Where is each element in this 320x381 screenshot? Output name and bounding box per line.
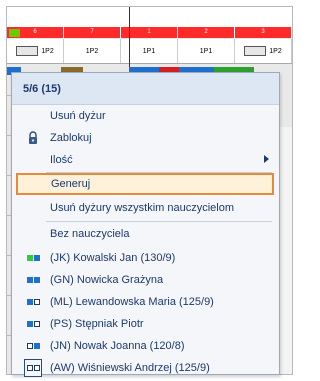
duty-status-square-icon — [27, 321, 33, 327]
selected-cell-marker — [9, 29, 20, 37]
menu-item-teacher-aw[interactable]: (AW) Wiśniewski Andrzej (125/9) — [12, 357, 279, 379]
context-menu: 5/6 (15) Usuń dyżur Zablokuj Ilość Gener… — [11, 72, 280, 377]
duty-status-square-icon — [34, 277, 40, 283]
menu-divider — [46, 221, 272, 222]
menu-item-label: (JN) Nowak Joanna (120/8) — [50, 340, 185, 352]
menu-item-label: Usuń dyżur — [50, 110, 106, 122]
menu-item-label: (JK) Kowalski Jan (130/9) — [50, 252, 176, 264]
menu-item-label: (GN) Nowicka Grażyna — [50, 274, 164, 286]
duty-status-square-icon — [27, 255, 33, 261]
menu-item-no-teacher[interactable]: Bez nauczyciela — [12, 223, 279, 245]
context-menu-title: 5/6 (15) — [12, 73, 279, 105]
menu-item-teacher-jn[interactable]: (JN) Nowak Joanna (120/8) — [12, 335, 279, 357]
menu-item-quantity[interactable]: Ilość — [12, 149, 279, 171]
duty-cell[interactable]: 1P2 — [7, 39, 64, 63]
duty-cell-label: 1P2 — [85, 47, 99, 55]
duty-box — [16, 46, 39, 56]
menu-item-label: Zablokuj — [50, 132, 92, 144]
duty-row: 1P2 1P2 1P1 1P1 1P2 — [7, 39, 292, 64]
menu-item-teacher-ps[interactable]: (PS) Stępniak Piotr — [12, 313, 279, 335]
lock-icon — [26, 131, 40, 145]
duty-cell-label: 1P2 — [41, 47, 54, 55]
lesson-number: 2 — [178, 27, 235, 38]
menu-item-label: Ilość — [50, 154, 73, 166]
lesson-number: 7 — [64, 27, 121, 38]
duty-status-square-icon — [27, 365, 33, 371]
menu-item-remove-all-duties[interactable]: Usuń dyżury wszystkim nauczycielom — [12, 197, 279, 219]
day-separator — [129, 7, 130, 69]
duty-status-square-icon — [27, 343, 33, 349]
duty-status-square-icon — [34, 299, 40, 305]
duty-cell-label: 1P1 — [199, 47, 213, 55]
submenu-arrow-icon — [264, 155, 269, 163]
menu-item-remove-duty[interactable]: Usuń dyżur — [12, 105, 279, 127]
duty-cell[interactable]: 1P2 — [235, 39, 292, 63]
menu-item-teacher-jk[interactable]: (JK) Kowalski Jan (130/9) — [12, 247, 279, 269]
duty-cell-label: 1P2 — [269, 47, 282, 55]
duty-cell[interactable]: 1P1 — [178, 39, 235, 63]
menu-item-label: Bez nauczyciela — [50, 228, 130, 240]
duty-status-square-icon — [27, 277, 33, 283]
menu-item-label: Generuj — [51, 178, 91, 190]
lesson-number: 3 — [235, 27, 292, 38]
duty-status-square-icon — [34, 343, 40, 349]
lesson-number-row: 6 7 1 2 3 — [7, 27, 292, 38]
duty-status-square-icon — [34, 321, 40, 327]
menu-item-teacher-ml[interactable]: (ML) Lewandowska Maria (125/9) — [12, 291, 279, 313]
menu-item-label: (PS) Stępniak Piotr — [50, 318, 144, 330]
menu-item-teacher-gn[interactable]: (GN) Nowicka Grażyna — [12, 269, 279, 291]
grid-top-line — [7, 7, 292, 28]
menu-item-label: Usuń dyżury wszystkim nauczycielom — [50, 202, 234, 214]
menu-item-label: (AW) Wiśniewski Andrzej (125/9) — [50, 362, 210, 374]
duty-box — [244, 46, 267, 56]
duty-cell[interactable]: 1P2 — [64, 39, 121, 63]
duty-status-square-icon — [27, 299, 33, 305]
menu-item-label: (ML) Lewandowska Maria (125/9) — [50, 296, 214, 308]
duty-cell-label: 1P1 — [142, 47, 156, 55]
menu-item-generate[interactable]: Generuj — [16, 173, 274, 195]
menu-item-lock[interactable]: Zablokuj — [12, 127, 279, 149]
duty-status-square-icon — [34, 365, 40, 371]
duty-status-square-icon — [34, 255, 40, 261]
